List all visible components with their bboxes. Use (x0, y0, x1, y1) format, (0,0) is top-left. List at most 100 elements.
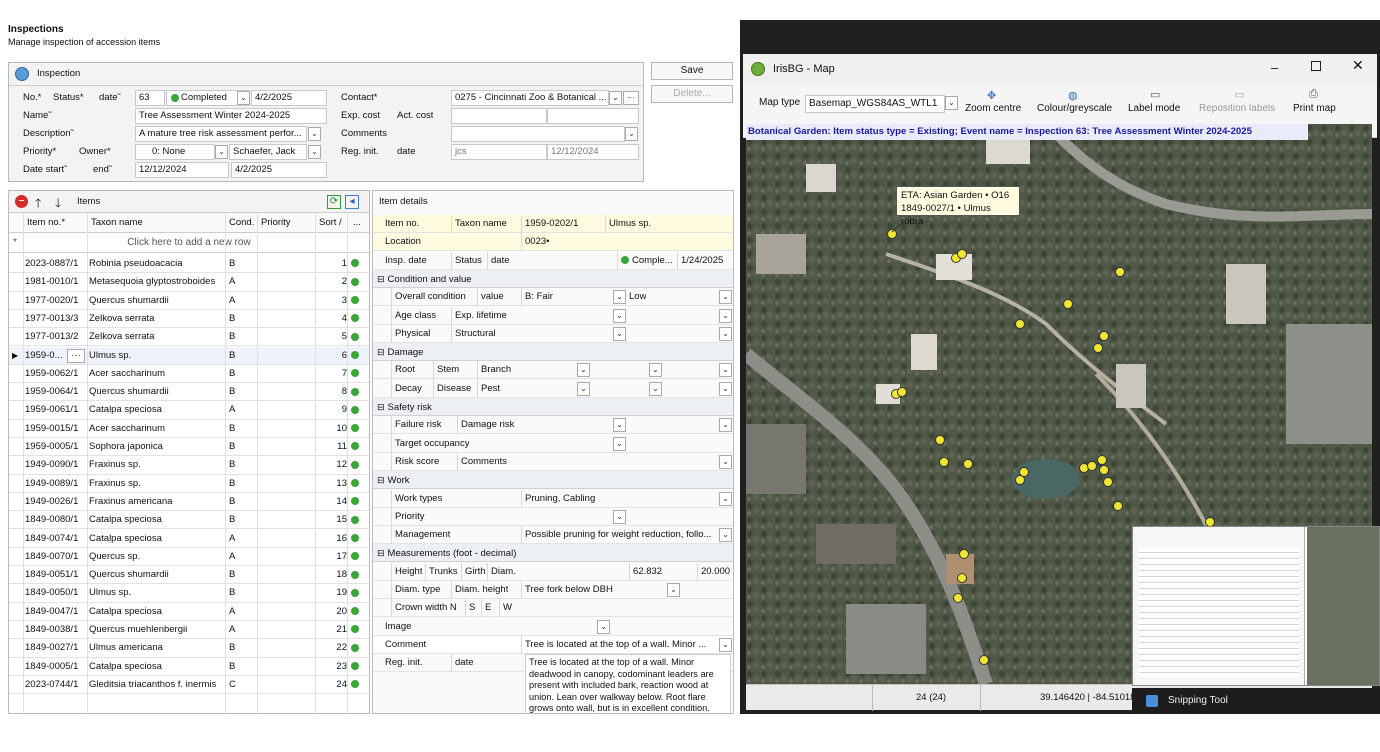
reposition-labels-button[interactable]: Reposition labels (1195, 100, 1275, 117)
chevron-down-icon[interactable]: ⌄ (719, 454, 732, 469)
collapse-icon[interactable]: ⊟ (377, 402, 385, 412)
contact-more-button[interactable]: ··· (623, 91, 639, 105)
chevron-down-icon[interactable]: ⌄ (649, 363, 662, 378)
item-marker[interactable] (979, 655, 989, 665)
chevron-down-icon[interactable]: ⌄ (719, 326, 732, 341)
col-taxon[interactable]: Taxon name (87, 214, 143, 231)
chevron-down-icon[interactable]: ⌄ (613, 509, 626, 524)
item-marker[interactable] (935, 435, 945, 445)
item-marker[interactable] (1097, 455, 1107, 465)
detail-value[interactable]: 62.832 (633, 563, 662, 581)
item-marker[interactable] (897, 387, 907, 397)
collapse-icon[interactable]: ⊟ (377, 274, 385, 284)
detail-value[interactable]: Comple... (621, 252, 673, 270)
item-marker[interactable] (1099, 465, 1109, 475)
col-cond[interactable]: Cond. (225, 214, 254, 231)
detail-value[interactable]: 1959-0202/1 (525, 215, 578, 233)
label-mode-button[interactable]: Label mode (1124, 100, 1180, 117)
detail-value[interactable]: Low (629, 288, 646, 306)
detail-value[interactable]: 20.000 (701, 563, 730, 581)
comments-field[interactable] (451, 126, 625, 142)
chevron-down-icon[interactable]: ⌄ (613, 436, 626, 451)
chevron-down-icon[interactable]: ⌄ (667, 583, 680, 597)
details-section-header[interactable]: ⊟ Safety risk (373, 398, 733, 416)
item-marker[interactable] (957, 249, 967, 259)
minimize-icon[interactable]: – (1271, 60, 1278, 75)
detail-value[interactable]: Ulmus sp. (609, 215, 651, 233)
remove-item-icon[interactable]: – (15, 195, 28, 208)
close-icon[interactable]: ✕ (1352, 57, 1364, 74)
item-marker[interactable] (963, 459, 973, 469)
item-marker[interactable] (1113, 501, 1123, 511)
chevron-down-icon[interactable]: ⌄ (719, 308, 732, 323)
chevron-down-icon[interactable]: ⌄ (719, 363, 732, 378)
chevron-down-icon[interactable]: ⌄ (613, 418, 626, 433)
item-marker[interactable] (1103, 477, 1113, 487)
detail-value[interactable]: 0023• (525, 233, 549, 251)
item-marker[interactable] (1063, 299, 1073, 309)
refresh-icon[interactable]: ⟳ (327, 195, 341, 209)
details-section-header[interactable]: ⊟ Measurements (foot - decimal) (373, 544, 733, 563)
date-start-field[interactable]: 12/12/2024 (135, 162, 229, 178)
item-marker[interactable] (1115, 267, 1125, 277)
snipping-tool-bar[interactable]: Snipping Tool (1132, 688, 1380, 714)
detail-value[interactable]: Pruning, Cabling (525, 490, 595, 508)
col-sort[interactable]: Sort / (315, 214, 342, 231)
comments-dropdown-icon[interactable]: ⌄ (625, 127, 638, 141)
priority-dropdown-icon[interactable]: ⌄ (215, 145, 228, 159)
item-marker[interactable] (957, 573, 967, 583)
details-section-header[interactable]: ⊟ Damage (373, 343, 733, 362)
owner-dropdown-icon[interactable]: ⌄ (308, 145, 321, 159)
inspection-date-field[interactable]: 4/2/2025 (251, 90, 327, 106)
chevron-down-icon[interactable]: ⌄ (577, 363, 590, 378)
chevron-down-icon[interactable]: ⌄ (577, 381, 590, 396)
item-marker[interactable] (953, 593, 963, 603)
item-marker[interactable] (1015, 319, 1025, 329)
priority-field[interactable]: 0: None (135, 144, 215, 160)
basemap-dropdown-icon[interactable]: ⌄ (945, 96, 958, 110)
chevron-down-icon[interactable]: ⌄ (719, 528, 732, 543)
item-marker[interactable] (959, 549, 969, 559)
move-up-icon[interactable]: 🡑 (35, 194, 41, 215)
chevron-down-icon[interactable]: ⌄ (719, 418, 732, 433)
detail-value[interactable]: B: Fair (525, 288, 553, 306)
chevron-down-icon[interactable]: ⌄ (237, 91, 250, 105)
item-marker[interactable] (1099, 331, 1109, 341)
basemap-select[interactable]: Basemap_WGS84AS_WTL1 (805, 95, 945, 113)
item-marker[interactable] (939, 457, 949, 467)
snipping-preview[interactable] (1132, 526, 1380, 686)
name-field[interactable]: Tree Assessment Winter 2024-2025 (135, 108, 327, 124)
owner-field[interactable]: Schaefer, Jack (229, 144, 307, 160)
chevron-down-icon[interactable]: ⌄ (613, 290, 626, 305)
item-marker[interactable] (1015, 475, 1025, 485)
chevron-down-icon[interactable]: ⌄ (649, 381, 662, 396)
detail-value[interactable]: Tree is located at the top of a wall. Mi… (525, 636, 706, 654)
description-dropdown-icon[interactable]: ⌄ (308, 127, 321, 141)
col-more[interactable]: ... (349, 214, 361, 231)
collapse-icon[interactable]: ⊟ (377, 475, 385, 485)
locate-on-map-icon[interactable]: ◂ (345, 195, 359, 209)
chevron-down-icon[interactable]: ⌄ (719, 637, 732, 652)
end-date-field[interactable]: 4/2/2025 (231, 162, 327, 178)
details-section-header[interactable]: ⊟ Work (373, 471, 733, 490)
move-down-icon[interactable]: 🡓 (55, 194, 61, 215)
zoom-centre-button[interactable]: Zoom centre (961, 100, 1021, 117)
act-cost-field[interactable] (547, 108, 639, 124)
contact-field[interactable]: 0275 - Cincinnati Zoo & Botanical ... (451, 90, 609, 106)
col-item-no[interactable]: Item no.* (23, 214, 65, 231)
item-marker[interactable] (887, 229, 897, 239)
row-more-button[interactable]: ··· (67, 348, 85, 363)
chevron-down-icon[interactable]: ⌄ (597, 619, 610, 634)
col-priority[interactable]: Priority (257, 214, 291, 231)
maximize-icon[interactable] (1311, 61, 1321, 71)
chevron-down-icon[interactable]: ⌄ (719, 381, 732, 396)
item-marker[interactable] (1093, 343, 1103, 353)
colour-greyscale-button[interactable]: Colour/greyscale (1033, 100, 1112, 117)
collapse-icon[interactable]: ⊟ (377, 347, 385, 357)
item-marker[interactable] (1087, 461, 1097, 471)
description-field[interactable]: A mature tree risk assessment perfor... (135, 126, 307, 142)
chevron-down-icon[interactable]: ⌄ (613, 326, 626, 341)
collapse-icon[interactable]: ⊟ (377, 548, 385, 558)
chevron-down-icon[interactable]: ⌄ (613, 308, 626, 323)
chevron-down-icon[interactable]: ⌄ (719, 491, 732, 506)
